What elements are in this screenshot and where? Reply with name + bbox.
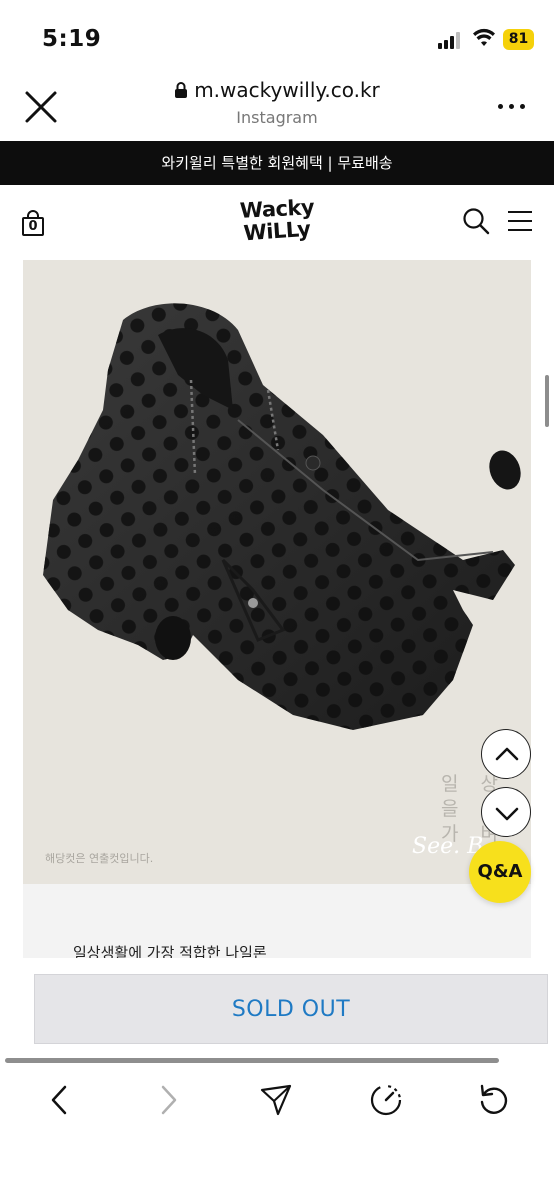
search-icon[interactable] [462, 207, 490, 235]
forward-arrow-icon[interactable] [150, 1082, 186, 1118]
chevron-down-icon [495, 807, 519, 821]
refresh-icon[interactable] [476, 1082, 512, 1118]
cart-count: 0 [28, 219, 38, 234]
speed-icon[interactable] [368, 1082, 404, 1118]
brand-logo[interactable]: Wacky WiLLy [236, 195, 318, 248]
product-image: 해당컷은 연출컷입니다. 일 상 을 가 벼 See. B [23, 260, 531, 884]
close-icon[interactable] [22, 88, 60, 126]
cellular-signal-icon [438, 31, 464, 49]
image-caption: 해당컷은 연출컷입니다. [45, 852, 154, 865]
shopping-bag-icon[interactable]: 0 [21, 210, 45, 236]
scroll-down-button[interactable] [481, 787, 531, 837]
vertical-scrollbar[interactable] [545, 375, 549, 427]
browser-toolbar [0, 1070, 554, 1130]
qa-button[interactable]: Q&A [469, 841, 531, 903]
status-bar: 5:19 81 [0, 0, 554, 70]
lock-icon [175, 82, 188, 98]
browser-header: m.wackywilly.co.kr Instagram [0, 70, 554, 140]
promo-banner[interactable]: 와키윌리 특별한 회원혜택 | 무료배송 [0, 141, 554, 185]
back-arrow-icon[interactable] [42, 1082, 78, 1118]
scroll-up-button[interactable] [481, 729, 531, 779]
logo-line-2: WiLLy [242, 216, 312, 246]
wifi-icon [473, 28, 495, 46]
chevron-up-icon [495, 747, 519, 761]
site-header: 0 Wacky WiLLy [0, 185, 554, 260]
share-icon[interactable] [258, 1082, 294, 1118]
horizontal-scrollbar[interactable] [5, 1058, 499, 1063]
url-text: m.wackywilly.co.kr [194, 78, 380, 102]
sold-out-button[interactable]: SOLD OUT [34, 974, 548, 1044]
status-time: 5:19 [42, 26, 102, 52]
url-subtitle: Instagram [236, 108, 318, 127]
description-panel: 일상생활에 가장 적합한 나일론 [23, 884, 531, 964]
address-bar[interactable]: m.wackywilly.co.kr Instagram [120, 78, 434, 127]
more-icon[interactable] [498, 104, 526, 110]
menu-icon[interactable] [508, 210, 532, 232]
battery-indicator: 81 [503, 29, 534, 50]
